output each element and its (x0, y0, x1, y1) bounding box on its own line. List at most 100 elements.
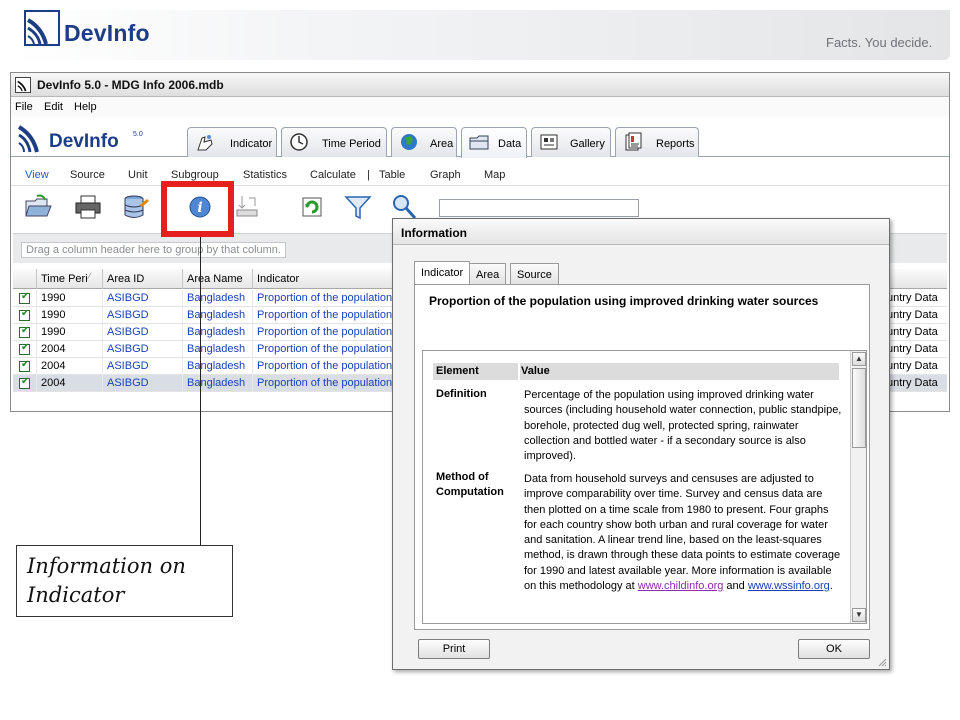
indicator-title: Proportion of the population using impro… (429, 294, 819, 308)
header-label: Time Peri (41, 273, 88, 285)
source-cell: untry Data (887, 326, 938, 338)
childinfo-link[interactable]: www.childinfo.org (638, 580, 724, 592)
row-select-cell (13, 358, 37, 375)
header-area-id[interactable]: Area ID (103, 269, 183, 289)
row-checkbox[interactable] (19, 308, 30, 321)
header-indicator[interactable]: Indicator (253, 269, 393, 289)
filter-icon[interactable] (343, 192, 373, 222)
subnav-view[interactable]: View (25, 169, 49, 181)
dialog-tab-source[interactable]: Source (510, 263, 559, 284)
menu-bar: File Edit Help (11, 97, 949, 117)
header-time-period[interactable]: Time Peri ⁄ (37, 269, 103, 289)
row-checkbox[interactable] (19, 342, 30, 355)
tab-data[interactable]: Data (461, 127, 527, 158)
time-period-cell: 2004 (37, 341, 103, 358)
area-id-cell: ASIBGD (103, 341, 183, 358)
metadata-scrollbar[interactable]: ▲ ▼ (850, 351, 866, 623)
indicator-cell: Proportion of the population (253, 307, 393, 324)
scroll-thumb[interactable] (852, 368, 866, 448)
area-name-cell: Bangladesh (183, 375, 253, 392)
metadata-header-element: Element (436, 365, 479, 377)
tab-area[interactable]: Area (391, 127, 457, 157)
time-period-cell: 2004 (37, 375, 103, 392)
app-logo-version: 5.0 (133, 131, 143, 138)
method-text: Data from household surveys and censuses… (524, 473, 841, 593)
tab-label: Data (498, 138, 522, 150)
tab-time-period[interactable]: Time Period (281, 127, 387, 157)
subnav-source[interactable]: Source (70, 169, 105, 181)
refresh-icon[interactable] (297, 192, 327, 222)
tagline: Facts. You decide. (826, 35, 933, 50)
folder-icon (469, 135, 489, 150)
subnav-statistics[interactable]: Statistics (243, 169, 287, 181)
slide-logo-text: DevInfo (64, 20, 150, 46)
row-select-cell (13, 307, 37, 324)
area-name-cell: Bangladesh (183, 324, 253, 341)
area-name-cell: Bangladesh (183, 358, 253, 375)
area-name-cell: Bangladesh (183, 307, 253, 324)
dialog-tab-area[interactable]: Area (469, 263, 507, 284)
method-text-block: Data from household surveys and censuses… (524, 472, 842, 594)
menu-help[interactable]: Help (74, 101, 97, 113)
slide-header: DevInfo Facts. You decide. (0, 0, 960, 68)
subnav-subgroup[interactable]: Subgroup (171, 169, 219, 181)
row-checkbox[interactable] (19, 376, 30, 389)
printer-icon[interactable] (73, 192, 103, 222)
menu-edit[interactable]: Edit (44, 101, 63, 113)
indicator-cell: Proportion of the population (253, 324, 393, 341)
period-text: . (829, 580, 833, 593)
area-name-cell: Bangladesh (183, 290, 253, 307)
time-period-cell: 2004 (37, 358, 103, 375)
definition-text: Percentage of the population using impro… (524, 389, 842, 463)
menu-file[interactable]: File (15, 101, 33, 113)
ok-button[interactable]: OK (798, 639, 870, 659)
tab-reports[interactable]: Reports (615, 127, 699, 157)
resize-grip-icon[interactable] (877, 657, 887, 667)
header-select (13, 269, 37, 289)
subnav-table[interactable]: Table (379, 169, 405, 181)
callout-line-2: Indicator (27, 583, 125, 607)
scroll-down-icon[interactable]: ▼ (852, 608, 866, 622)
source-cell: untry Data (887, 309, 938, 321)
scroll-up-icon[interactable]: ▲ (852, 352, 866, 366)
subnav-graph[interactable]: Graph (430, 169, 461, 181)
wssinfo-link[interactable]: www.wssinfo.org (748, 580, 830, 592)
database-icon[interactable] (121, 192, 151, 222)
time-period-cell: 1990 (37, 307, 103, 324)
subnav-map[interactable]: Map (484, 169, 505, 181)
clock-icon (290, 133, 308, 151)
tab-gallery[interactable]: Gallery (531, 127, 611, 157)
tab-label: Time Period (322, 138, 381, 150)
group-by-hint: Drag a column header here to group by th… (21, 242, 286, 258)
metadata-header-value: Value (521, 365, 550, 377)
source-cell: untry Data (887, 343, 938, 355)
tab-indicator[interactable]: Indicator (187, 127, 277, 157)
and-text: and (726, 580, 745, 593)
definition-label: Definition (436, 388, 487, 400)
subnav-calculate[interactable]: Calculate (310, 169, 356, 181)
dialog-tab-indicator[interactable]: Indicator (414, 261, 471, 285)
print-button[interactable]: Print (418, 639, 490, 659)
search-input[interactable] (439, 199, 639, 217)
header-area-name[interactable]: Area Name (183, 269, 253, 289)
sort-icon[interactable] (233, 192, 263, 222)
app-logo-icon (17, 125, 39, 153)
open-folder-icon[interactable] (23, 192, 53, 222)
tab-label: Gallery (570, 138, 605, 150)
source-cell: untry Data (887, 377, 938, 389)
indicator-cell: Proportion of the population (253, 341, 393, 358)
row-checkbox[interactable] (19, 291, 30, 304)
metadata-box: Element Value Definition Percentage of t… (422, 350, 867, 624)
metadata-header-divider (518, 363, 520, 380)
row-checkbox[interactable] (19, 325, 30, 338)
tab-label: Indicator (230, 138, 273, 150)
row-select-cell (13, 290, 37, 307)
app-logo-text: DevInfo (49, 131, 119, 152)
row-checkbox[interactable] (19, 359, 30, 372)
source-cell: untry Data (887, 292, 938, 304)
area-id-cell: ASIBGD (103, 324, 183, 341)
app-icon (15, 77, 31, 93)
subnav-unit[interactable]: Unit (128, 169, 148, 181)
method-label-line-1: Method of (436, 471, 489, 483)
title-bar: DevInfo 5.0 - MDG Info 2006.mdb (11, 73, 949, 97)
